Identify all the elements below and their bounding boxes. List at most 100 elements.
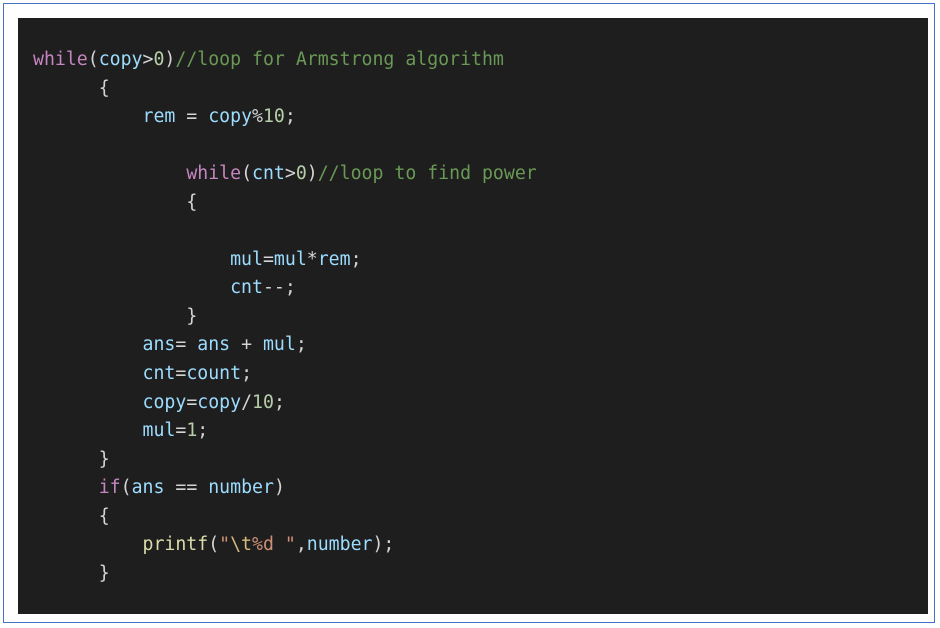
code-token: { (98, 77, 110, 99)
code-token: = (175, 106, 209, 128)
code-token: count (186, 363, 242, 385)
code-token: 10 (252, 391, 274, 413)
code-token: , (295, 534, 307, 556)
code-token: ans (131, 477, 165, 499)
code-line: if(ans == number) (33, 474, 537, 503)
code-token: copy (208, 106, 253, 128)
code-token: = (175, 420, 187, 442)
code-token: = (175, 363, 187, 385)
code-editor: while(copy>0)//loop for Armstrong algori… (18, 18, 928, 614)
code-token: % (252, 106, 263, 128)
code-token: mul (262, 334, 296, 356)
code-token: } (186, 305, 198, 327)
code-token: ; (295, 334, 307, 356)
code-token: ( (208, 534, 220, 556)
code-token: = (262, 248, 274, 270)
code-token: rem (142, 106, 176, 128)
code-token: rem (317, 248, 351, 270)
code-token: = (175, 334, 198, 356)
code-line: { (33, 503, 537, 532)
code-token: ; (273, 391, 285, 413)
code-line: ans= ans + mul; (33, 331, 537, 360)
code-token: cnt (252, 163, 285, 185)
code-token: copy (98, 49, 143, 70)
code-token: * (306, 248, 318, 270)
code-token: ( (120, 477, 132, 499)
code-line: { (33, 189, 537, 218)
code-token: ; (284, 106, 296, 128)
code-token: 0 (153, 49, 165, 70)
code-token: printf (142, 534, 209, 556)
code-token: ( (241, 163, 253, 185)
code-token: 10 (262, 106, 285, 128)
code-token: if (98, 477, 121, 499)
code-token: mul (273, 248, 307, 270)
code-token: } (98, 562, 110, 584)
code-token: \t (230, 534, 253, 556)
code-token: == (164, 477, 209, 499)
code-line: } (33, 303, 537, 332)
code-token: { (98, 505, 110, 527)
code-token: cnt (230, 277, 263, 299)
code-token: ) (164, 49, 176, 70)
code-token: ); (372, 534, 395, 556)
code-token: ( (87, 49, 99, 70)
code-token: while (186, 163, 242, 185)
code-line: cnt--; (33, 274, 537, 303)
code-line: while(cnt>0)//loop to find power (33, 160, 537, 189)
image-frame: while(copy>0)//loop for Armstrong algori… (3, 3, 935, 623)
code-token: " (219, 534, 231, 556)
code-line: } (33, 560, 537, 589)
code-token: --; (262, 277, 296, 299)
code-token: cnt (142, 363, 176, 385)
code-token: ans (197, 334, 231, 356)
code-token: %d " (252, 534, 296, 556)
code-token: //loop to find power (317, 163, 537, 185)
code-token: 0 (295, 163, 307, 185)
code-token: while (33, 49, 88, 70)
code-token: / (241, 391, 253, 413)
code-token: number (306, 534, 373, 556)
code-token: + (230, 334, 263, 356)
code-line: mul=mul*rem; (33, 246, 537, 275)
code-token: number (208, 477, 274, 499)
code-token: ans (142, 334, 176, 356)
code-line: ​ (33, 132, 537, 161)
code-line: ​ (33, 217, 537, 246)
code-line: { (33, 75, 537, 104)
code-token: ; (241, 363, 253, 385)
code-line: copy=copy/10; (33, 389, 537, 418)
code-line: mul=1; (33, 417, 537, 446)
code-token: copy (197, 391, 242, 413)
code-token: mul (230, 248, 263, 270)
code-line: rem = copy%10; (33, 103, 537, 132)
code-token: ; (350, 248, 362, 270)
code-line: while(copy>0)//loop for Armstrong algori… (33, 46, 537, 75)
code-token: { (186, 191, 198, 213)
code-token: ) (306, 163, 318, 185)
code-token: > (284, 163, 296, 185)
code-line: printf("\t%d ",number); (33, 531, 537, 560)
code-token: ) (273, 477, 285, 499)
code-token: //loop for Armstrong algorithm (175, 49, 504, 70)
code-line: } (33, 446, 537, 475)
code-token: mul (142, 420, 176, 442)
code-token: = (186, 391, 198, 413)
code-line: cnt=count; (33, 360, 537, 389)
